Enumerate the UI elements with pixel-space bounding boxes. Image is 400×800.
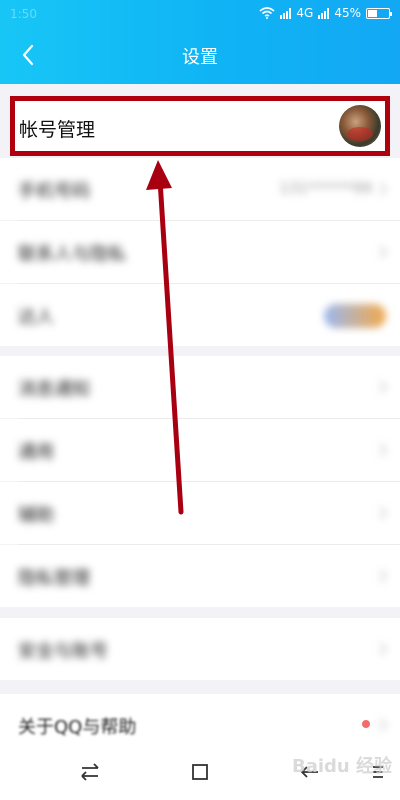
row-label: 联系人与隐私 [18, 244, 126, 265]
row-label: 手机号码 [18, 181, 90, 202]
chevron-right-icon [379, 506, 388, 520]
page-title: 设置 [182, 47, 218, 68]
settings-row-general[interactable]: 通用 [0, 419, 400, 481]
settings-row-phone[interactable]: 手机号码 131******99 [0, 158, 400, 220]
account-management-row[interactable]: 帐号管理 [10, 96, 390, 156]
row-label: 关于QQ与帮助 [18, 717, 137, 738]
home-icon[interactable] [186, 758, 214, 786]
status-bar: 1:50 4G 45% [0, 0, 400, 28]
chevron-right-icon [379, 569, 388, 583]
switch-icon[interactable] [76, 758, 104, 786]
chevron-right-icon [379, 380, 388, 394]
settings-row-privacy[interactable]: 隐私管理 [0, 545, 400, 607]
chevron-right-icon [379, 182, 388, 196]
account-management-label: 帐号管理 [19, 119, 96, 141]
row-label: 辅助 [18, 505, 54, 526]
battery-icon [366, 7, 392, 19]
toggle-switch[interactable] [324, 304, 386, 328]
notification-dot [362, 720, 370, 728]
system-navigation-bar: Baidu 经验 [0, 744, 400, 800]
settings-row-assist[interactable]: 辅助 [0, 482, 400, 544]
chevron-right-icon [379, 245, 388, 259]
network-type: 4G [296, 6, 314, 20]
header: 1:50 4G 45% 设置 [0, 0, 400, 84]
row-value: 131******99 [279, 179, 372, 197]
row-label: 通用 [18, 442, 54, 463]
chevron-right-icon [379, 718, 388, 732]
settings-row-talent[interactable]: 达人 [0, 284, 400, 346]
wifi-icon [259, 7, 275, 19]
settings-row-contacts[interactable]: 联系人与隐私 [0, 221, 400, 283]
chevron-right-icon [379, 642, 388, 656]
chevron-right-icon [379, 443, 388, 457]
row-label: 安全与账号 [18, 641, 108, 662]
status-time: 1:50 [10, 7, 37, 21]
row-label: 消息通知 [18, 379, 90, 400]
row-label: 隐私管理 [18, 568, 90, 589]
navbar: 设置 [0, 28, 400, 84]
avatar [339, 105, 381, 147]
battery-percent: 45% [334, 6, 361, 20]
signal-icon [318, 7, 330, 19]
signal-icon [280, 7, 292, 19]
status-icons: 4G 45% [259, 6, 392, 20]
row-label: 达人 [18, 307, 54, 328]
baidu-watermark: Baidu 经验 [291, 756, 392, 777]
battery-level [368, 9, 377, 17]
settings-row-notifications[interactable]: 消息通知 [0, 356, 400, 418]
settings-row-security[interactable]: 安全与账号 [0, 618, 400, 680]
